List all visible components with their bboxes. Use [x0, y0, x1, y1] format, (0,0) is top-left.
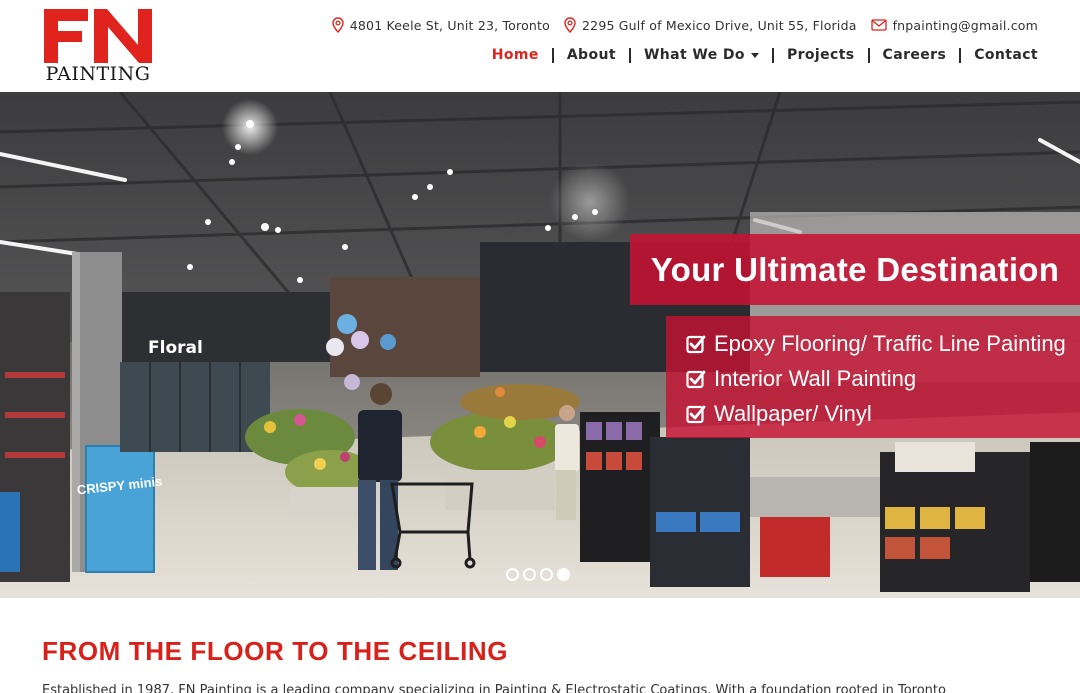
logo-mark — [44, 9, 152, 63]
contact-bar: 4801 Keele St, Unit 23, Toronto 2295 Gul… — [318, 17, 1038, 33]
intro-paragraph: Established in 1987, FN Painting is a le… — [42, 683, 946, 693]
checkbox-checked-icon — [686, 370, 706, 388]
slider-dot-2[interactable] — [523, 568, 536, 581]
hero-service-label: Epoxy Flooring/ Traffic Line Painting — [714, 330, 1066, 356]
contact-address-toronto[interactable]: 4801 Keele St, Unit 23, Toronto — [332, 17, 550, 33]
nav-divider — [959, 47, 962, 63]
map-pin-icon — [564, 17, 576, 33]
contact-address-toronto-text: 4801 Keele St, Unit 23, Toronto — [349, 17, 551, 33]
main-nav: Home About What We Do Projects Careers C… — [492, 47, 1038, 63]
chevron-down-icon — [750, 52, 759, 58]
hero-service-item: Epoxy Flooring/ Traffic Line Painting — [686, 326, 1080, 361]
nav-home[interactable]: Home — [492, 47, 539, 63]
nav-contact[interactable]: Contact — [974, 47, 1038, 63]
site-header: PAINTING 4801 Keele St, Unit 23, Toronto… — [0, 0, 1080, 92]
nav-careers[interactable]: Careers — [883, 47, 947, 63]
slider-dot-1[interactable] — [506, 568, 519, 581]
hero-service-list: Epoxy Flooring/ Traffic Line Painting In… — [666, 316, 1080, 438]
nav-projects[interactable]: Projects — [787, 47, 855, 63]
slider-dot-3[interactable] — [540, 568, 553, 581]
logo[interactable]: PAINTING — [44, 9, 152, 85]
floral-sign: Floral — [148, 338, 203, 358]
nav-divider — [867, 47, 870, 63]
section-title: FROM THE FLOOR TO THE CEILING — [42, 636, 509, 666]
hero-service-item: Wallpaper/ Vinyl — [686, 396, 1080, 431]
contact-email-text: fnpainting@gmail.com — [892, 17, 1038, 33]
checkbox-checked-icon — [686, 335, 706, 353]
mail-icon — [870, 19, 887, 31]
nav-what-we-do-label: What We Do — [643, 47, 745, 63]
contact-email[interactable]: fnpainting@gmail.com — [870, 17, 1038, 33]
hero-service-label: Interior Wall Painting — [714, 365, 917, 391]
hero-service-item: Interior Wall Painting — [686, 361, 1080, 396]
hero-service-label: Wallpaper/ Vinyl — [714, 400, 872, 426]
slider-dot-4[interactable] — [557, 568, 570, 581]
nav-divider — [551, 47, 554, 63]
nav-divider — [771, 47, 774, 63]
nav-about[interactable]: About — [567, 47, 616, 63]
contact-address-florida-text: 2295 Gulf of Mexico Drive, Unit 55, Flor… — [582, 17, 857, 33]
hero-title: Your Ultimate Destination — [630, 234, 1080, 305]
slider-pagination — [506, 568, 574, 581]
logo-wordmark: PAINTING — [45, 63, 151, 85]
nav-divider — [628, 47, 631, 63]
map-pin-icon — [332, 17, 344, 33]
contact-address-florida[interactable]: 2295 Gulf of Mexico Drive, Unit 55, Flor… — [564, 17, 857, 33]
nav-what-we-do[interactable]: What We Do — [644, 47, 759, 63]
checkbox-checked-icon — [686, 405, 706, 423]
hero-slider[interactable]: CRISPY minis Floral Your Ultimate Destin… — [0, 92, 1080, 598]
